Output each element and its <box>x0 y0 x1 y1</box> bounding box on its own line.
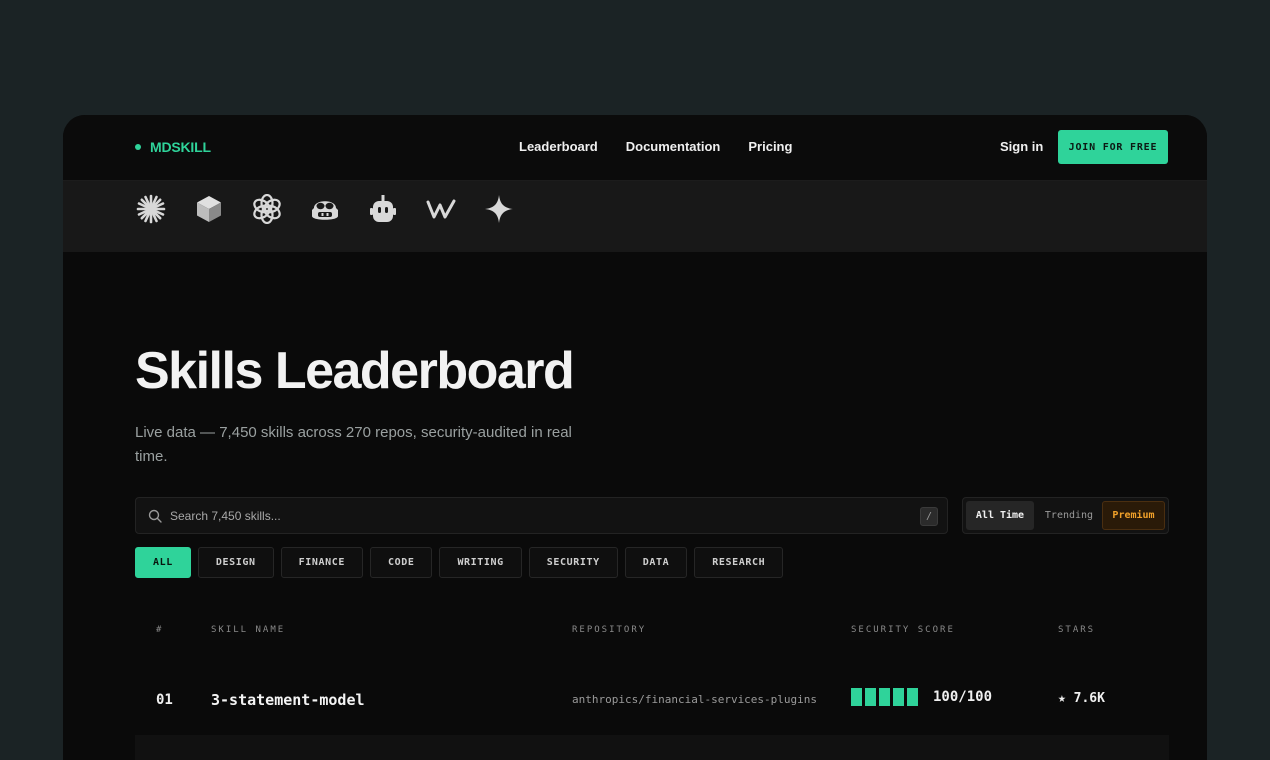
row-skill-name[interactable]: 3-statement-model <box>211 691 365 709</box>
score-segment <box>907 688 918 706</box>
category-design[interactable]: DESIGN <box>197 547 274 578</box>
nav-links: Leaderboard Documentation Pricing <box>519 139 792 154</box>
nav-link-pricing[interactable]: Pricing <box>748 139 792 154</box>
score-segment <box>851 688 862 706</box>
column-header-security-score[interactable]: SECURITY SCORE <box>851 625 955 635</box>
category-writing[interactable]: WRITING <box>439 547 522 578</box>
column-header-repository[interactable]: REPOSITORY <box>572 625 646 635</box>
sign-in-link[interactable]: Sign in <box>1000 139 1043 154</box>
openai-icon[interactable] <box>251 193 283 225</box>
score-segment <box>879 688 890 706</box>
row-stars: ★ 7.6K <box>1058 691 1105 706</box>
score-segment <box>893 688 904 706</box>
logo-dot <box>135 144 141 150</box>
filter-trending[interactable]: Trending <box>1037 501 1101 530</box>
category-filters: ALL DESIGN FINANCE CODE WRITING SECURITY… <box>135 547 784 578</box>
logo[interactable]: MDSKILL <box>135 139 211 155</box>
filter-premium[interactable]: Premium <box>1102 501 1165 530</box>
copilot-icon[interactable] <box>309 193 341 225</box>
table-row-partial[interactable] <box>135 735 1169 760</box>
time-filter: All Time Trending Premium <box>962 497 1169 534</box>
search-input[interactable] <box>170 498 870 533</box>
logo-text: MDSKILL <box>150 139 211 155</box>
windsurf-icon[interactable] <box>425 193 457 225</box>
category-all[interactable]: ALL <box>135 547 191 578</box>
nav-link-leaderboard[interactable]: Leaderboard <box>519 139 598 154</box>
app-frame: MDSKILL Leaderboard Documentation Pricin… <box>63 115 1207 760</box>
cube-icon[interactable] <box>193 193 225 225</box>
category-security[interactable]: SECURITY <box>528 547 618 578</box>
table-row[interactable]: 01 3-statement-model anthropics/financia… <box>135 675 1169 725</box>
score-segment <box>865 688 876 706</box>
category-data[interactable]: DATA <box>624 547 688 578</box>
row-repository[interactable]: anthropics/financial-services-plugins <box>572 693 817 706</box>
column-header-rank: # <box>156 625 164 635</box>
page-subtitle: Live data — 7,450 skills across 270 repo… <box>135 424 572 465</box>
search-icon <box>148 509 162 523</box>
filter-all-time[interactable]: All Time <box>966 501 1034 530</box>
provider-icon-bar <box>63 181 1207 252</box>
search-box[interactable]: / <box>135 497 948 534</box>
row-security-score: 100/100 <box>933 689 993 705</box>
nav-link-documentation[interactable]: Documentation <box>626 139 721 154</box>
robot-icon[interactable] <box>367 193 399 225</box>
row-rank: 01 <box>156 692 173 708</box>
column-header-stars[interactable]: STARS <box>1058 625 1095 635</box>
gemini-icon[interactable] <box>483 193 515 225</box>
category-research[interactable]: RESEARCH <box>694 547 784 578</box>
search-shortcut-key: / <box>920 507 938 526</box>
top-nav: MDSKILL Leaderboard Documentation Pricin… <box>63 115 1207 181</box>
join-for-free-button[interactable]: JOIN FOR FREE <box>1058 130 1168 164</box>
page-title: Skills Leaderboard <box>135 342 575 400</box>
security-score-bar <box>851 688 918 706</box>
category-code[interactable]: CODE <box>369 547 433 578</box>
column-header-skill-name[interactable]: SKILL NAME <box>211 625 285 635</box>
claude-icon[interactable] <box>135 193 167 225</box>
category-finance[interactable]: FINANCE <box>280 547 363 578</box>
